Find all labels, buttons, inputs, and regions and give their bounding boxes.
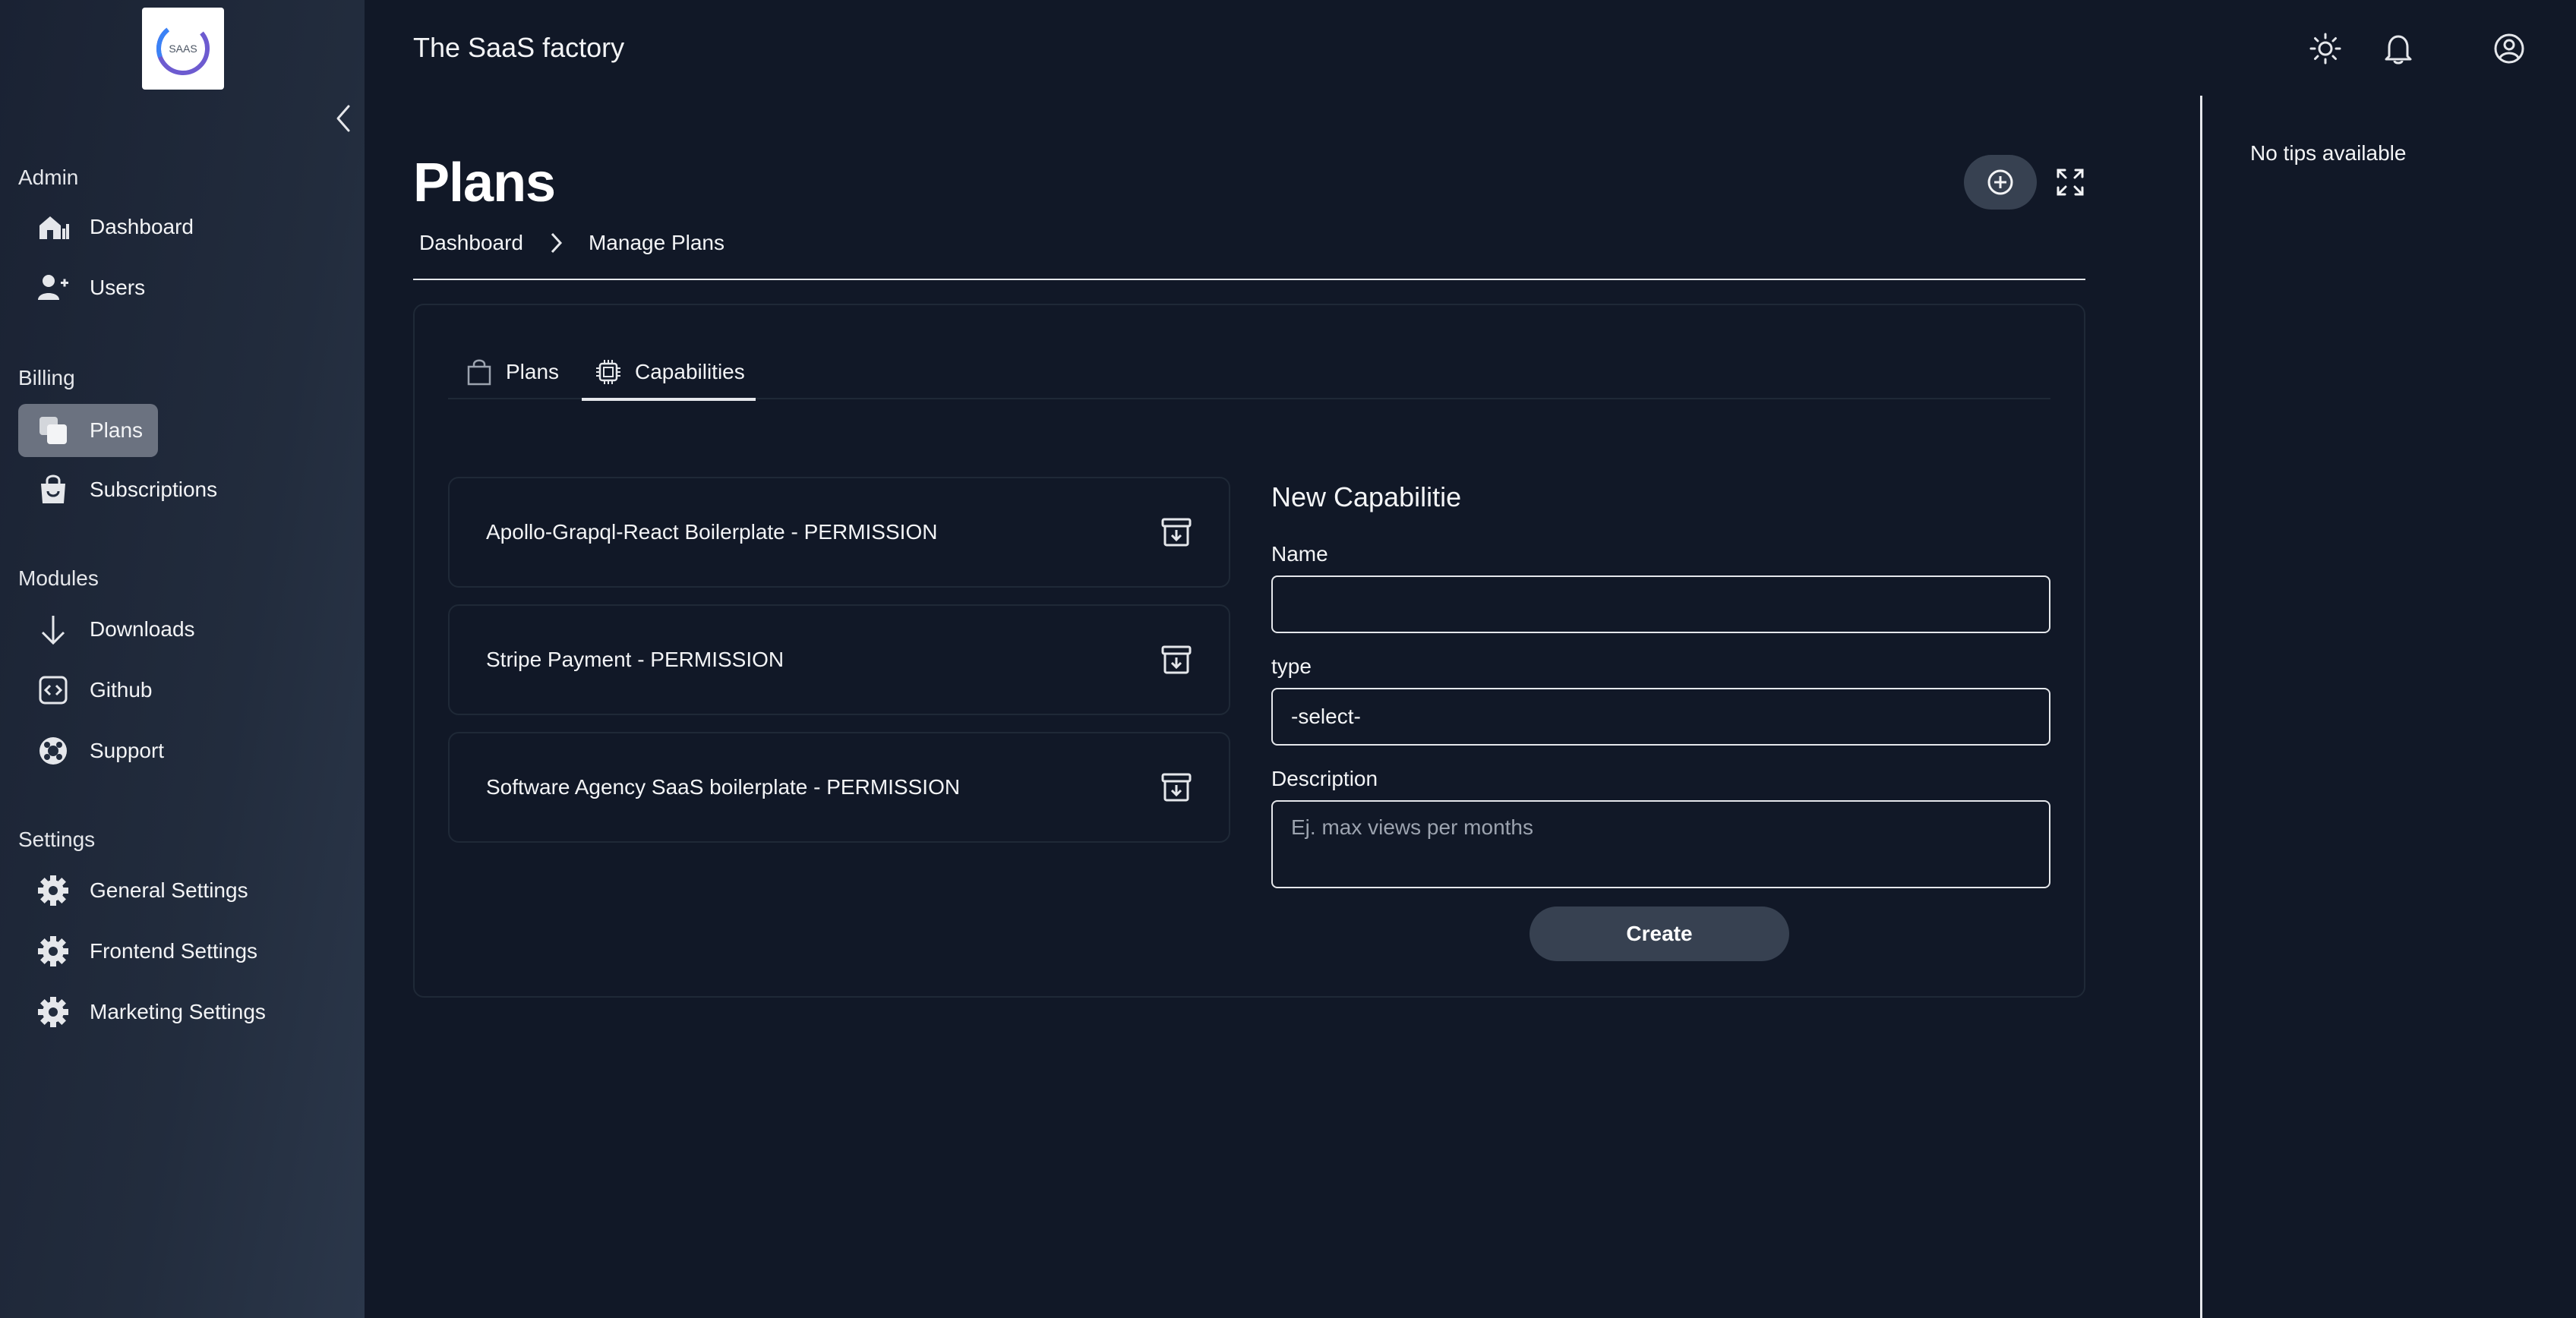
- sidebar-item-support[interactable]: Support: [18, 724, 164, 777]
- capability-name: Software Agency SaaS boilerplate - PERMI…: [486, 775, 961, 799]
- arrow-down-icon: [36, 613, 70, 646]
- name-input[interactable]: [1271, 575, 2050, 633]
- page-title: Plans: [413, 153, 556, 213]
- sidebar-item-label: General Settings: [90, 878, 248, 902]
- collapse-sidebar-button[interactable]: [328, 102, 358, 135]
- sidebar-item-label: Users: [90, 276, 146, 299]
- form-title: New Capabilitie: [1271, 481, 1462, 512]
- capability-item[interactable]: Software Agency SaaS boilerplate - PERMI…: [448, 732, 1230, 843]
- type-label: type: [1271, 654, 1312, 678]
- user-plus-icon: [36, 271, 70, 304]
- user-circle-icon: [2494, 33, 2524, 64]
- title-divider: [413, 279, 2085, 280]
- sidebar-item-label: Downloads: [90, 617, 195, 641]
- user-account-button[interactable]: [2489, 29, 2529, 68]
- sidebar: SAAS Admin Dashboard Users Billing Plans…: [0, 0, 365, 1318]
- sidebar-item-plans[interactable]: Plans: [18, 404, 158, 457]
- plus-circle-icon: [1987, 169, 2013, 195]
- gear-icon: [36, 995, 70, 1029]
- tab-label: Plans: [506, 360, 560, 383]
- sidebar-item-general-settings[interactable]: General Settings: [18, 864, 248, 917]
- chevron-left-icon: [336, 105, 350, 132]
- theme-toggle-button[interactable]: [2306, 29, 2345, 68]
- sidebar-item-marketing-settings[interactable]: Marketing Settings: [18, 985, 266, 1039]
- breadcrumb-item-manage-plans: Manage Plans: [588, 231, 724, 254]
- tips-divider: [2200, 96, 2202, 1318]
- description-label: Description: [1271, 767, 1378, 790]
- shopping-bag-outline-icon: [465, 358, 494, 386]
- sidebar-item-frontend-settings[interactable]: Frontend Settings: [18, 925, 257, 978]
- section-title-admin: Admin: [18, 166, 79, 189]
- bell-icon: [2385, 35, 2412, 65]
- chevron-right-icon: [549, 232, 563, 254]
- type-select-value: -select-: [1291, 705, 1361, 728]
- app-title: The SaaS factory: [413, 32, 625, 63]
- archive-icon[interactable]: [1159, 515, 1194, 550]
- sidebar-item-label: Plans: [90, 418, 144, 442]
- tips-text: No tips available: [2250, 141, 2407, 165]
- type-select[interactable]: -select-: [1271, 688, 2050, 746]
- section-title-settings: Settings: [18, 828, 96, 851]
- archive-icon[interactable]: [1159, 770, 1194, 805]
- sidebar-item-dashboard[interactable]: Dashboard: [18, 200, 194, 254]
- capability-item[interactable]: Apollo-Grapql-React Boilerplate - PERMIS…: [448, 477, 1230, 588]
- add-plan-button[interactable]: [1964, 155, 2037, 210]
- tab-bar: Plans Capabilities: [448, 345, 2050, 401]
- notifications-button[interactable]: [2379, 29, 2418, 68]
- tab-capabilities[interactable]: Capabilities: [582, 345, 756, 401]
- svg-text:SAAS: SAAS: [169, 43, 197, 55]
- breadcrumb: Dashboard Manage Plans: [419, 231, 724, 255]
- fullscreen-button[interactable]: [2052, 164, 2088, 200]
- sidebar-item-label: Github: [90, 678, 153, 702]
- capability-name: Apollo-Grapql-React Boilerplate - PERMIS…: [486, 520, 938, 544]
- capability-item[interactable]: Stripe Payment - PERMISSION: [448, 604, 1230, 715]
- description-input[interactable]: [1271, 800, 2050, 888]
- app-logo[interactable]: SAAS: [142, 8, 224, 90]
- sidebar-item-label: Subscriptions: [90, 478, 218, 501]
- tab-plans[interactable]: Plans: [465, 345, 559, 399]
- sun-icon: [2309, 33, 2341, 65]
- gear-icon: [36, 874, 70, 907]
- sidebar-item-label: Support: [90, 739, 165, 762]
- archive-icon[interactable]: [1159, 642, 1194, 677]
- expand-icon: [2057, 169, 2084, 196]
- sidebar-item-users[interactable]: Users: [18, 261, 145, 314]
- logo-icon: SAAS: [156, 22, 210, 75]
- sidebar-item-subscriptions[interactable]: Subscriptions: [18, 463, 217, 516]
- sidebar-item-downloads[interactable]: Downloads: [18, 603, 195, 656]
- sidebar-item-github[interactable]: Github: [18, 664, 153, 717]
- copy-stack-icon: [36, 414, 70, 447]
- name-label: Name: [1271, 542, 1328, 566]
- shopping-bag-icon: [36, 473, 70, 506]
- code-icon: [36, 673, 70, 707]
- section-title-billing: Billing: [18, 366, 75, 389]
- sidebar-item-label: Dashboard: [90, 215, 194, 238]
- capability-name: Stripe Payment - PERMISSION: [486, 648, 784, 671]
- gear-icon: [36, 935, 70, 968]
- create-button[interactable]: Create: [1530, 907, 1789, 961]
- tab-label: Capabilities: [635, 360, 745, 383]
- plans-card: Plans Capabilities Apollo-Grapql-React B…: [413, 304, 2085, 998]
- sidebar-item-label: Marketing Settings: [90, 1000, 266, 1023]
- breadcrumb-item-dashboard[interactable]: Dashboard: [419, 231, 523, 255]
- section-title-modules: Modules: [18, 566, 99, 590]
- home-chart-icon: [36, 210, 70, 244]
- chip-icon: [594, 358, 623, 386]
- sidebar-item-label: Frontend Settings: [90, 939, 258, 963]
- life-ring-icon: [36, 734, 70, 768]
